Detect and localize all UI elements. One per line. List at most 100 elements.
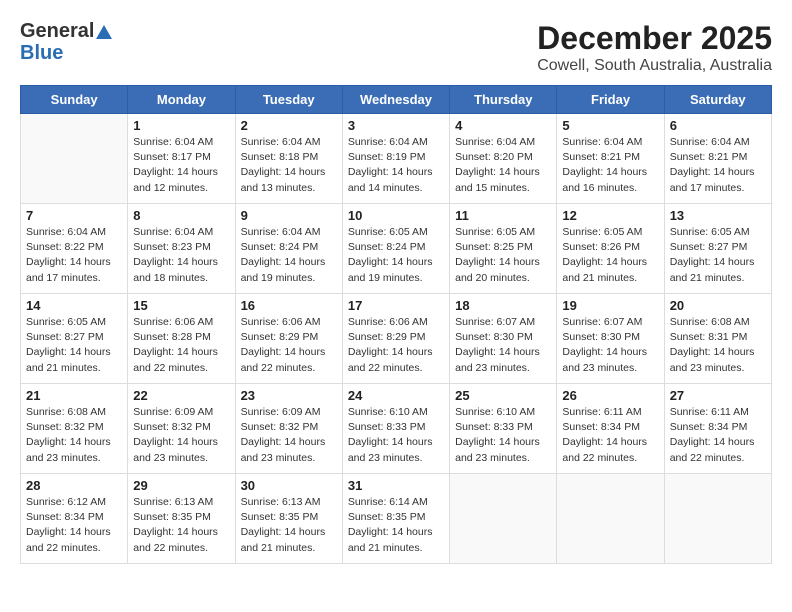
calendar-cell — [21, 114, 128, 204]
day-number: 9 — [241, 208, 337, 223]
day-info: Sunrise: 6:14 AMSunset: 8:35 PMDaylight:… — [348, 495, 444, 556]
day-info: Sunrise: 6:05 AMSunset: 8:27 PMDaylight:… — [670, 225, 766, 286]
page-header: General Blue December 2025 Cowell, South… — [20, 20, 772, 75]
day-info: Sunrise: 6:06 AMSunset: 8:29 PMDaylight:… — [241, 315, 337, 376]
day-info: Sunrise: 6:04 AMSunset: 8:22 PMDaylight:… — [26, 225, 122, 286]
day-number: 29 — [133, 478, 229, 493]
calendar-cell: 20Sunrise: 6:08 AMSunset: 8:31 PMDayligh… — [664, 294, 771, 384]
day-number: 14 — [26, 298, 122, 313]
day-number: 7 — [26, 208, 122, 223]
day-info: Sunrise: 6:11 AMSunset: 8:34 PMDaylight:… — [562, 405, 658, 466]
calendar-cell: 31 Sunrise: 6:14 AMSunset: 8:35 PMDayligh… — [342, 474, 449, 564]
day-info: Sunrise: 6:08 AMSunset: 8:31 PMDaylight:… — [670, 315, 766, 376]
day-number: 5 — [562, 118, 658, 133]
calendar-body: 1Sunrise: 6:04 AMSunset: 8:17 PMDaylight… — [21, 114, 772, 564]
calendar-cell: 10Sunrise: 6:05 AMSunset: 8:24 PMDayligh… — [342, 204, 449, 294]
page-title: December 2025 — [537, 20, 772, 57]
day-info: Sunrise: 6:07 AMSunset: 8:30 PMDaylight:… — [455, 315, 551, 376]
calendar-cell: 4 Sunrise: 6:04 AMSunset: 8:20 PMDaylight… — [450, 114, 557, 204]
calendar-cell: 8Sunrise: 6:04 AMSunset: 8:23 PMDaylight… — [128, 204, 235, 294]
day-info: Sunrise: 6:10 AMSunset: 8:33 PMDaylight:… — [348, 405, 444, 466]
day-info: Sunrise: 6:04 AMSunset: 8:23 PMDaylight:… — [133, 225, 229, 286]
day-number: 21 — [26, 388, 122, 403]
day-number: 24 — [348, 388, 444, 403]
day-number: 17 — [348, 298, 444, 313]
day-number: 26 — [562, 388, 658, 403]
day-info: Sunrise: 6:04 AMSunset: 8:21 PMDaylight:… — [562, 135, 658, 196]
day-number: 23 — [241, 388, 337, 403]
logo-general: General — [20, 20, 94, 42]
calendar-cell — [450, 474, 557, 564]
day-number: 27 — [670, 388, 766, 403]
calendar-cell: 29 Sunrise: 6:13 AMSunset: 8:35 PMDayligh… — [128, 474, 235, 564]
day-number: 6 — [670, 118, 766, 133]
day-number: 15 — [133, 298, 229, 313]
week-row-3: 14 Sunrise: 6:05 AMSunset: 8:27 PMDayligh… — [21, 294, 772, 384]
day-number: 19 — [562, 298, 658, 313]
day-info: Sunrise: 6:08 AMSunset: 8:32 PMDaylight:… — [26, 405, 122, 466]
day-number: 2 — [241, 118, 337, 133]
weekday-header-row: SundayMondayTuesdayWednesdayThursdayFrid… — [21, 86, 772, 114]
day-number: 18 — [455, 298, 551, 313]
day-info: Sunrise: 6:04 AMSunset: 8:18 PMDaylight:… — [241, 135, 337, 196]
calendar-table: SundayMondayTuesdayWednesdayThursdayFrid… — [20, 85, 772, 564]
day-number: 4 — [455, 118, 551, 133]
day-number: 12 — [562, 208, 658, 223]
day-number: 28 — [26, 478, 122, 493]
weekday-header-sunday: Sunday — [21, 86, 128, 114]
day-info: Sunrise: 6:05 AMSunset: 8:27 PMDaylight:… — [26, 315, 122, 376]
day-number: 31 — [348, 478, 444, 493]
calendar-header: SundayMondayTuesdayWednesdayThursdayFrid… — [21, 86, 772, 114]
day-number: 16 — [241, 298, 337, 313]
day-info: Sunrise: 6:11 AMSunset: 8:34 PMDaylight:… — [670, 405, 766, 466]
page-subtitle: Cowell, South Australia, Australia — [537, 57, 772, 75]
weekday-header-tuesday: Tuesday — [235, 86, 342, 114]
calendar-cell: 19 Sunrise: 6:07 AMSunset: 8:30 PMDayligh… — [557, 294, 664, 384]
day-number: 3 — [348, 118, 444, 133]
day-info: Sunrise: 6:05 AMSunset: 8:25 PMDaylight:… — [455, 225, 551, 286]
week-row-4: 21 Sunrise: 6:08 AMSunset: 8:32 PMDayligh… — [21, 384, 772, 474]
day-info: Sunrise: 6:09 AMSunset: 8:32 PMDaylight:… — [241, 405, 337, 466]
calendar-cell: 15 Sunrise: 6:06 AMSunset: 8:28 PMDayligh… — [128, 294, 235, 384]
calendar-cell: 7 Sunrise: 6:04 AMSunset: 8:22 PMDaylight… — [21, 204, 128, 294]
day-number: 11 — [455, 208, 551, 223]
calendar-cell: 3 Sunrise: 6:04 AMSunset: 8:19 PMDaylight… — [342, 114, 449, 204]
calendar-cell: 12 Sunrise: 6:05 AMSunset: 8:26 PMDayligh… — [557, 204, 664, 294]
day-info: Sunrise: 6:13 AMSunset: 8:35 PMDaylight:… — [241, 495, 337, 556]
day-info: Sunrise: 6:04 AMSunset: 8:17 PMDaylight:… — [133, 135, 229, 196]
day-info: Sunrise: 6:10 AMSunset: 8:33 PMDaylight:… — [455, 405, 551, 466]
day-info: Sunrise: 6:05 AMSunset: 8:26 PMDaylight:… — [562, 225, 658, 286]
week-row-1: 1Sunrise: 6:04 AMSunset: 8:17 PMDaylight… — [21, 114, 772, 204]
week-row-5: 28 Sunrise: 6:12 AMSunset: 8:34 PMDayligh… — [21, 474, 772, 564]
day-info: Sunrise: 6:06 AMSunset: 8:29 PMDaylight:… — [348, 315, 444, 376]
day-info: Sunrise: 6:09 AMSunset: 8:32 PMDaylight:… — [133, 405, 229, 466]
weekday-header-monday: Monday — [128, 86, 235, 114]
calendar-cell: 24 Sunrise: 6:10 AMSunset: 8:33 PMDayligh… — [342, 384, 449, 474]
day-info: Sunrise: 6:06 AMSunset: 8:28 PMDaylight:… — [133, 315, 229, 376]
calendar-cell: 16 Sunrise: 6:06 AMSunset: 8:29 PMDayligh… — [235, 294, 342, 384]
calendar-cell: 13 Sunrise: 6:05 AMSunset: 8:27 PMDayligh… — [664, 204, 771, 294]
calendar-cell: 5 Sunrise: 6:04 AMSunset: 8:21 PMDaylight… — [557, 114, 664, 204]
day-number: 13 — [670, 208, 766, 223]
day-info: Sunrise: 6:04 AMSunset: 8:24 PMDaylight:… — [241, 225, 337, 286]
day-number: 22 — [133, 388, 229, 403]
calendar-cell: 9 Sunrise: 6:04 AMSunset: 8:24 PMDaylight… — [235, 204, 342, 294]
calendar-cell: 17 Sunrise: 6:06 AMSunset: 8:29 PMDayligh… — [342, 294, 449, 384]
weekday-header-wednesday: Wednesday — [342, 86, 449, 114]
calendar-cell: 26 Sunrise: 6:11 AMSunset: 8:34 PMDayligh… — [557, 384, 664, 474]
logo: General Blue — [20, 20, 112, 64]
week-row-2: 7 Sunrise: 6:04 AMSunset: 8:22 PMDaylight… — [21, 204, 772, 294]
logo-blue: Blue — [20, 42, 63, 64]
calendar-cell — [664, 474, 771, 564]
calendar-cell: 6Sunrise: 6:04 AMSunset: 8:21 PMDaylight… — [664, 114, 771, 204]
day-info: Sunrise: 6:12 AMSunset: 8:34 PMDaylight:… — [26, 495, 122, 556]
calendar-cell: 28 Sunrise: 6:12 AMSunset: 8:34 PMDayligh… — [21, 474, 128, 564]
calendar-cell: 22 Sunrise: 6:09 AMSunset: 8:32 PMDayligh… — [128, 384, 235, 474]
day-info: Sunrise: 6:13 AMSunset: 8:35 PMDaylight:… — [133, 495, 229, 556]
day-info: Sunrise: 6:07 AMSunset: 8:30 PMDaylight:… — [562, 315, 658, 376]
day-info: Sunrise: 6:04 AMSunset: 8:20 PMDaylight:… — [455, 135, 551, 196]
day-info: Sunrise: 6:04 AMSunset: 8:19 PMDaylight:… — [348, 135, 444, 196]
title-block: December 2025 Cowell, South Australia, A… — [537, 20, 772, 75]
calendar-cell: 25Sunrise: 6:10 AMSunset: 8:33 PMDayligh… — [450, 384, 557, 474]
weekday-header-saturday: Saturday — [664, 86, 771, 114]
